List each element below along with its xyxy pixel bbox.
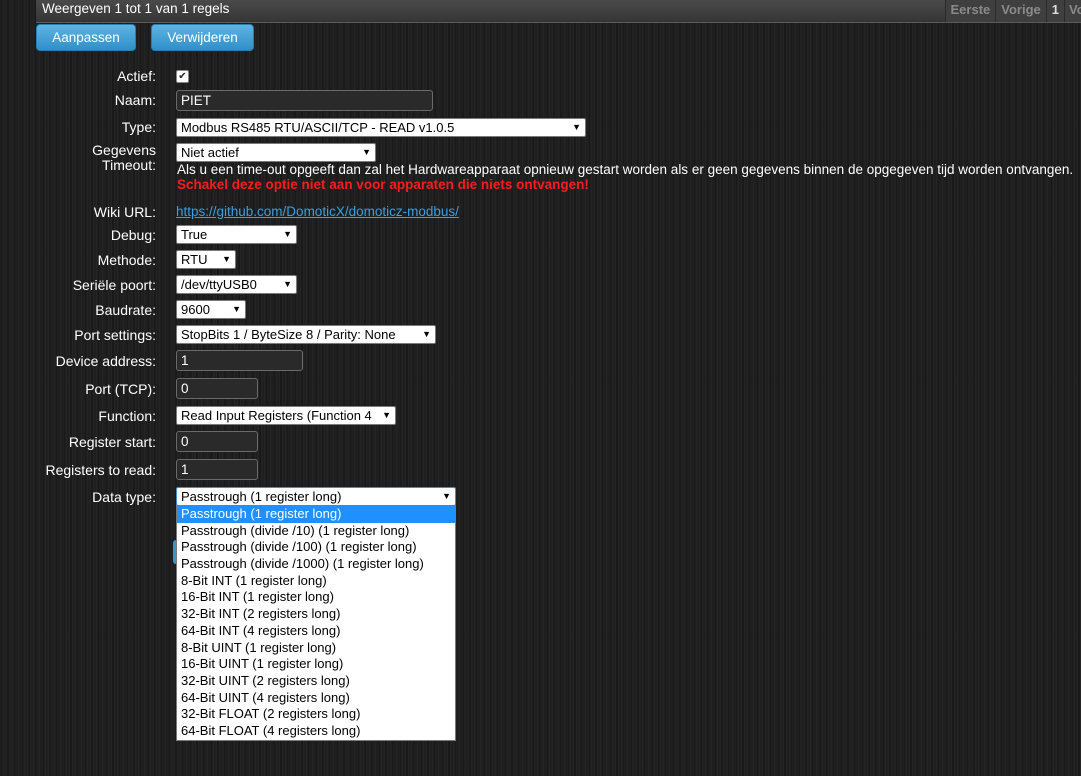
baudrate-select-value: 9600 [181,302,210,317]
serial-port-select[interactable]: /dev/ttyUSB0 ▼ [176,275,297,294]
chevron-down-icon: ▼ [442,491,451,501]
method-select[interactable]: RTU ▼ [176,250,236,269]
pager-next-button[interactable]: Vo [1064,0,1081,22]
register-start-input[interactable]: 0 [176,431,258,452]
pagination: Eerste Vorige 1 Vo [944,0,1081,22]
pager-page-1[interactable]: 1 [1045,0,1064,22]
baudrate-label: Baudrate: [95,302,156,318]
data-type-option[interactable]: 16-Bit INT (1 register long) [177,589,455,606]
chevron-down-icon: ▼ [362,147,371,157]
chevron-down-icon: ▼ [222,254,231,264]
update-button[interactable]: Aanpassen [36,24,136,51]
debug-select-value: True [181,227,208,242]
data-type-label: Data type: [92,489,156,505]
debug-select[interactable]: True ▼ [176,225,297,244]
data-type-option[interactable]: 32-Bit FLOAT (2 registers long) [177,706,455,723]
timeout-label: Gegevens Timeout: [92,143,156,173]
function-select[interactable]: Read Input Registers (Function 4 ▼ [176,406,396,425]
timeout-warning-text: Schakel deze optie niet aan voor apparat… [177,177,589,192]
timeout-select-value: Niet actief [181,145,239,160]
pager-first-button[interactable]: Eerste [944,0,996,22]
function-label: Function: [98,408,156,424]
data-type-option[interactable]: 32-Bit UINT (2 registers long) [177,673,455,690]
data-type-option[interactable]: 64-Bit FLOAT (4 registers long) [177,723,455,740]
name-label: Naam: [114,92,156,108]
timeout-label-line2: Timeout: [102,157,156,173]
data-type-option[interactable]: Passtrough (divide /100) (1 register lon… [177,539,455,556]
data-type-option[interactable]: Passtrough (1 register long) [177,506,455,523]
data-type-select-value: Passtrough (1 register long) [181,489,342,504]
type-select[interactable]: Modbus RS485 RTU/ASCII/TCP - READ v1.0.5… [176,118,586,137]
chevron-down-icon: ▼ [422,329,431,339]
serial-port-label: Seriële poort: [72,277,156,293]
port-tcp-input[interactable]: 0 [176,378,258,399]
table-info-bar: Weergeven 1 tot 1 van 1 regels Eerste Vo… [36,0,1081,23]
active-label: Actief: [117,68,156,84]
port-settings-label: Port settings: [74,327,156,343]
active-checkbox[interactable]: ✔ [176,70,189,83]
type-select-value: Modbus RS485 RTU/ASCII/TCP - READ v1.0.5 [181,120,455,135]
table-info-text: Weergeven 1 tot 1 van 1 regels [42,1,230,16]
chevron-down-icon: ▼ [572,122,581,132]
serial-port-select-value: /dev/ttyUSB0 [181,277,257,292]
chevron-down-icon: ▼ [283,229,292,239]
data-type-option[interactable]: 64-Bit UINT (4 registers long) [177,690,455,707]
device-address-label: Device address: [55,353,156,369]
timeout-help-text: Als u een time-out opgeeft dan zal het H… [177,162,1074,177]
data-type-option[interactable]: 16-Bit UINT (1 register long) [177,656,455,673]
port-tcp-label: Port (TCP): [85,381,156,397]
chevron-down-icon: ▼ [382,410,391,420]
check-icon: ✔ [178,71,187,82]
timeout-label-line1: Gegevens [92,142,156,158]
wiki-label: Wiki URL: [93,204,156,220]
data-type-option[interactable]: Passtrough (divide /10) (1 register long… [177,523,455,540]
register-start-label: Register start: [68,434,156,450]
chevron-down-icon: ▼ [283,279,292,289]
registers-to-read-input[interactable]: 1 [176,459,258,480]
data-type-dropdown-list: Passtrough (1 register long) Passtrough (… [176,505,456,741]
port-settings-select-value: StopBits 1 / ByteSize 8 / Parity: None [181,327,396,342]
baudrate-select[interactable]: 9600 ▼ [176,300,246,319]
timeout-select[interactable]: Niet actief ▼ [176,143,376,162]
device-address-input[interactable]: 1 [176,350,303,371]
type-label: Type: [121,119,156,135]
data-type-option[interactable]: Passtrough (divide /1000) (1 register lo… [177,556,455,573]
delete-button[interactable]: Verwijderen [151,24,254,51]
data-type-select[interactable]: Passtrough (1 register long) ▼ [176,487,456,506]
debug-label: Debug: [110,227,156,243]
data-type-option[interactable]: 8-Bit INT (1 register long) [177,573,455,590]
method-label: Methode: [97,252,156,268]
function-select-value: Read Input Registers (Function 4 [181,408,372,423]
registers-to-read-label: Registers to read: [45,462,157,478]
data-type-option[interactable]: 32-Bit INT (2 registers long) [177,606,455,623]
port-settings-select[interactable]: StopBits 1 / ByteSize 8 / Parity: None ▼ [176,325,436,344]
name-input[interactable]: PIET [176,90,433,111]
pager-prev-button[interactable]: Vorige [995,0,1046,22]
data-type-option[interactable]: 64-Bit INT (4 registers long) [177,623,455,640]
wiki-link[interactable]: https://github.com/DomoticX/domoticz-mod… [176,204,459,219]
chevron-down-icon: ▼ [232,304,241,314]
data-type-option[interactable]: 8-Bit UINT (1 register long) [177,640,455,657]
method-select-value: RTU [181,252,208,267]
